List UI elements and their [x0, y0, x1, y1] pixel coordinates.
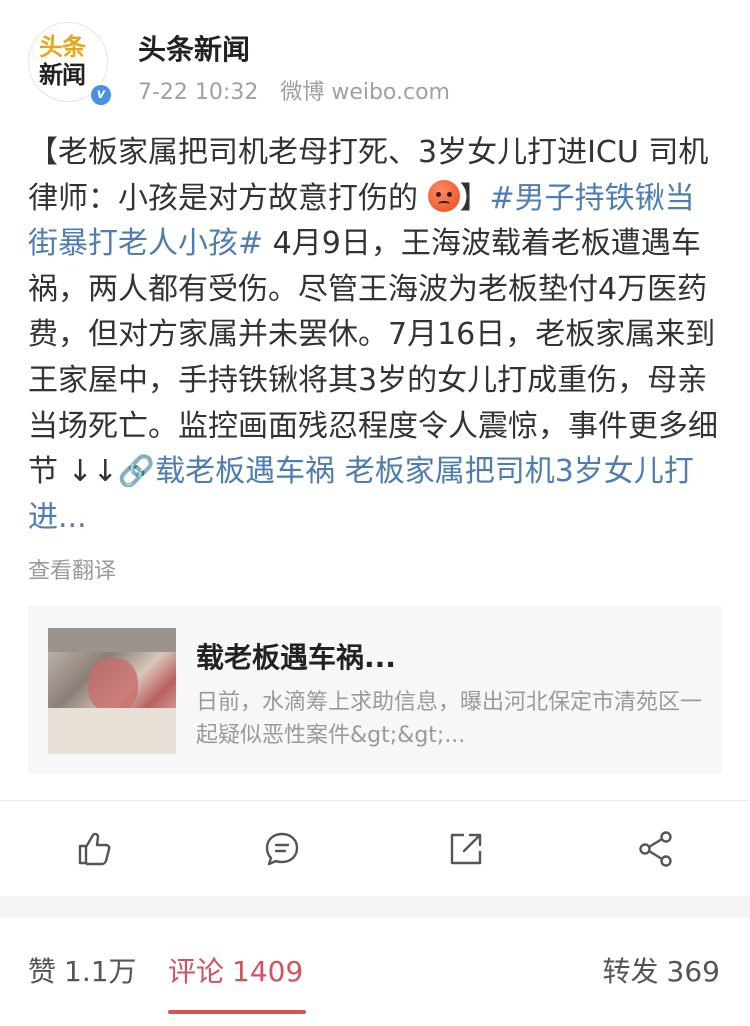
tab-reposts[interactable]: 转发 369	[603, 950, 720, 990]
logo-text-top: 头条	[39, 33, 86, 61]
author-name[interactable]: 头条新闻	[138, 28, 250, 68]
action-bar	[0, 800, 750, 896]
angry-face-icon	[427, 179, 460, 212]
article-card[interactable]: 载老板遇车祸... 日前，水滴筹上求助信息，曝出河北保定市清苑区一起疑似恶性案件…	[28, 606, 722, 774]
share-button[interactable]	[636, 829, 676, 869]
post-body: 【老板家属把司机老母打死、3岁女儿打进ICU 司机律师：小孩是对方故意打伤的 】…	[28, 130, 722, 540]
more-share-icon	[639, 831, 672, 867]
post-text-bracket: 】	[459, 180, 490, 216]
repost-button[interactable]	[446, 829, 486, 869]
comments-count: 1409	[232, 955, 304, 988]
post-time: 7-22 10:32	[138, 80, 259, 105]
article-description: 日前，水滴筹上求助信息，曝出河北保定市清苑区一起疑似恶性案件&gt;&gt;..…	[196, 690, 703, 748]
comments-label: 评论	[168, 955, 225, 988]
stats-tabs: 赞 1.1万 评论 1409 转发 369	[0, 918, 750, 1026]
translate-link[interactable]: 查看翻译	[28, 553, 116, 585]
share-icon	[450, 833, 482, 865]
like-button[interactable]	[74, 829, 114, 869]
reposts-label: 转发	[602, 955, 659, 988]
link-icon: 🔗	[117, 454, 156, 490]
post-text-body: 4月9日，王海波载着老板遭遇车祸，两人都有受伤。尽管王海波为老板垫付4万医药费，…	[28, 226, 718, 490]
tab-comments[interactable]: 评论 1409	[168, 950, 303, 990]
tab-likes[interactable]: 赞 1.1万	[28, 950, 137, 990]
reposts-count: 369	[666, 955, 720, 988]
post-meta: 7-22 10:32 微博 weibo.com	[138, 74, 450, 106]
active-tab-indicator	[168, 1010, 306, 1014]
likes-label: 赞	[28, 955, 57, 988]
comment-button[interactable]	[262, 829, 302, 869]
like-icon	[78, 832, 111, 866]
post-source: 微博 weibo.com	[280, 80, 450, 105]
section-divider	[0, 896, 750, 918]
verified-badge-icon: v	[89, 83, 113, 107]
likes-count: 1.1万	[64, 955, 137, 988]
comment-icon	[265, 832, 299, 866]
article-thumbnail	[48, 628, 176, 754]
logo-text-bottom: 新闻	[39, 61, 86, 89]
article-link[interactable]: 🔗载老板遇车祸 老板家属把司机3岁女儿打进...	[28, 454, 694, 535]
article-title: 载老板遇车祸...	[196, 641, 396, 674]
avatar[interactable]: 头条 新闻 v	[28, 22, 113, 107]
post-header: 头条 新闻 v 头条新闻 7-22 10:32 微博 weibo.com	[28, 18, 728, 108]
